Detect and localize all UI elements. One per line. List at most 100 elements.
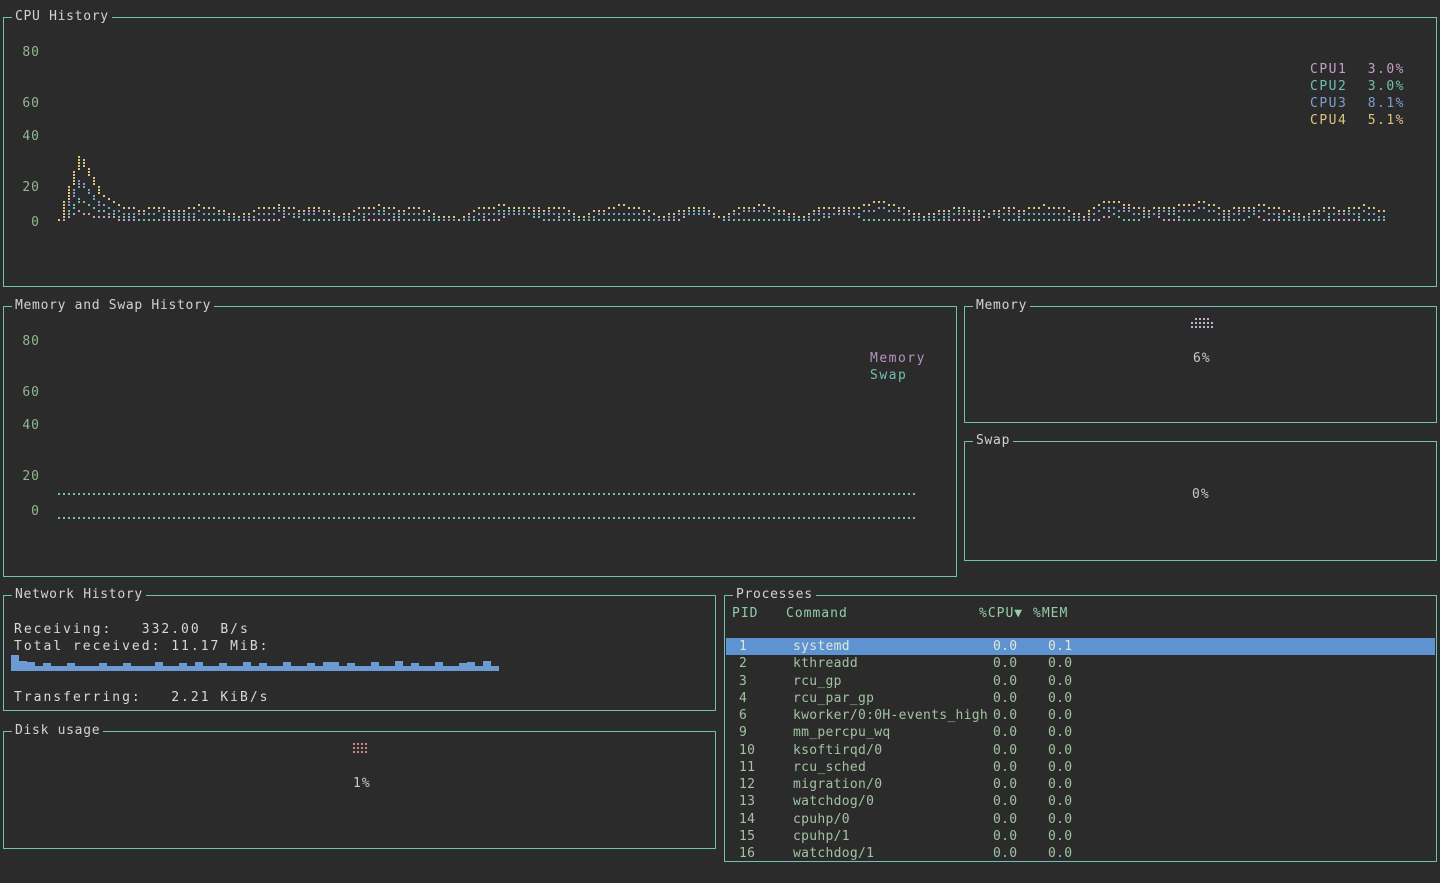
swap-percent: 0%	[1192, 487, 1210, 502]
processes-title: Processes	[733, 587, 816, 602]
legend-value: 3.0%	[1368, 62, 1405, 77]
network-receiving-bar	[195, 662, 203, 671]
col-header-pid[interactable]: PID	[732, 606, 758, 621]
network-receiving-bar	[387, 666, 395, 671]
cpu-history-panel: CPU History 806040200 CPU13.0%CPU23.0%CP…	[3, 17, 1437, 287]
table-row[interactable]: 4rcu_par_gp0.00.0	[726, 690, 1435, 707]
process-command: watchdog/1	[793, 846, 874, 861]
process-cpu: 0.0	[993, 725, 1017, 740]
y-tick-label: 0	[14, 504, 40, 519]
process-command: ksoftirqd/0	[793, 743, 882, 758]
table-row[interactable]: 6kworker/0:0H-events_high0.00.0	[726, 707, 1435, 724]
process-cpu: 0.0	[993, 674, 1017, 689]
process-cpu: 0.0	[993, 846, 1017, 861]
process-command: migration/0	[793, 777, 882, 792]
total-received-label: Total received: 11.17 MiB:	[14, 639, 270, 654]
y-tick-label: 40	[14, 129, 40, 144]
table-row[interactable]: 1systemd0.00.1	[726, 638, 1435, 655]
network-receiving-bar	[411, 663, 419, 671]
disk-usage-title: Disk usage	[12, 723, 103, 738]
y-tick-label: 60	[14, 96, 40, 111]
network-receiving-bar	[395, 661, 403, 671]
process-pid: 14	[739, 812, 755, 827]
disk-usage-panel: Disk usage 1%	[3, 731, 716, 849]
process-pid: 11	[739, 760, 755, 775]
network-receiving-bar	[99, 663, 107, 671]
y-tick-label: 80	[14, 334, 40, 349]
process-cpu: 0.0	[993, 777, 1017, 792]
network-receiving-bar	[403, 666, 411, 671]
network-receiving-bar	[491, 666, 499, 671]
table-row[interactable]: 15cpuhp/10.00.0	[726, 828, 1435, 845]
legend-item-cpu4: CPU45.1%	[1310, 113, 1405, 130]
network-receiving-bar	[363, 666, 371, 671]
process-command: kthreadd	[793, 656, 858, 671]
network-receiving-bar	[187, 666, 195, 671]
network-receiving-bar	[171, 666, 179, 671]
network-receiving-bar	[299, 666, 307, 671]
network-receiving-bar	[235, 666, 243, 671]
network-receiving-bar	[323, 662, 331, 671]
process-cpu: 0.0	[993, 691, 1017, 706]
memory-gauge-panel: Memory 6%	[964, 306, 1437, 423]
network-receiving-bar	[59, 666, 67, 671]
table-row[interactable]: 10ksoftirqd/00.00.0	[726, 742, 1435, 759]
network-receiving-bar	[163, 666, 171, 671]
col-header-cpu[interactable]: %CPU▼	[979, 606, 1023, 621]
process-pid: 2	[739, 656, 747, 671]
legend-item-swap: Swap	[870, 368, 965, 385]
process-cpu: 0.0	[993, 760, 1017, 775]
cpu-history-chart	[58, 18, 1388, 288]
process-mem: 0.0	[1048, 812, 1072, 827]
process-pid: 12	[739, 777, 755, 792]
network-receiving-bar	[211, 666, 219, 671]
network-receiving-bar	[259, 663, 267, 671]
process-pid: 15	[739, 829, 755, 844]
process-mem: 0.0	[1048, 708, 1072, 723]
network-receiving-bar	[347, 663, 355, 671]
cpu-legend: CPU13.0%CPU23.0%CPU38.1%CPU45.1%	[1310, 62, 1405, 132]
legend-label: CPU2	[1310, 79, 1347, 94]
process-mem: 0.0	[1048, 725, 1072, 740]
table-row[interactable]: 14cpuhp/00.00.0	[726, 811, 1435, 828]
network-receiving-bar	[67, 663, 75, 671]
network-receiving-bar	[35, 666, 43, 671]
table-row[interactable]: 16watchdog/10.00.0	[726, 845, 1435, 862]
network-receiving-bar	[379, 666, 387, 671]
legend-item-memory: Memory	[870, 351, 965, 368]
network-receiving-bar	[243, 662, 251, 671]
process-command: rcu_gp	[793, 674, 842, 689]
network-receiving-bar	[419, 666, 427, 671]
col-header-command[interactable]: Command	[786, 606, 848, 621]
process-command: rcu_sched	[793, 760, 866, 775]
process-pid: 13	[739, 794, 755, 809]
table-row[interactable]: 9mm_percpu_wq0.00.0	[726, 724, 1435, 741]
network-receiving-bar	[43, 663, 51, 671]
network-receiving-bar	[51, 666, 59, 671]
legend-value: 3.0%	[1368, 79, 1405, 94]
process-pid: 1	[739, 639, 747, 654]
network-receiving-bar	[251, 666, 259, 671]
legend-label: CPU3	[1310, 96, 1347, 111]
network-receiving-bar	[371, 662, 379, 671]
table-row[interactable]: 2kthreadd0.00.0	[726, 655, 1435, 672]
table-row[interactable]: 3rcu_gp0.00.0	[726, 673, 1435, 690]
process-pid: 6	[739, 708, 747, 723]
network-receiving-bar	[83, 666, 91, 671]
network-chart	[11, 655, 499, 671]
network-receiving-bar	[443, 666, 451, 671]
network-receiving-bar	[267, 666, 275, 671]
network-receiving-bar	[483, 661, 491, 671]
process-cpu: 0.0	[993, 743, 1017, 758]
process-mem: 0.1	[1048, 639, 1072, 654]
process-mem: 0.0	[1048, 674, 1072, 689]
table-row[interactable]: 13watchdog/00.00.0	[726, 793, 1435, 810]
table-row[interactable]: 11rcu_sched0.00.0	[726, 759, 1435, 776]
network-receiving-bar	[155, 662, 163, 671]
col-header-mem[interactable]: %MEM	[1033, 606, 1068, 621]
process-mem: 0.0	[1048, 656, 1072, 671]
table-row[interactable]: 12migration/00.00.0	[726, 776, 1435, 793]
memory-swap-legend: MemorySwap	[870, 351, 955, 391]
process-command: mm_percpu_wq	[793, 725, 891, 740]
legend-value: 5.1%	[1368, 113, 1405, 128]
